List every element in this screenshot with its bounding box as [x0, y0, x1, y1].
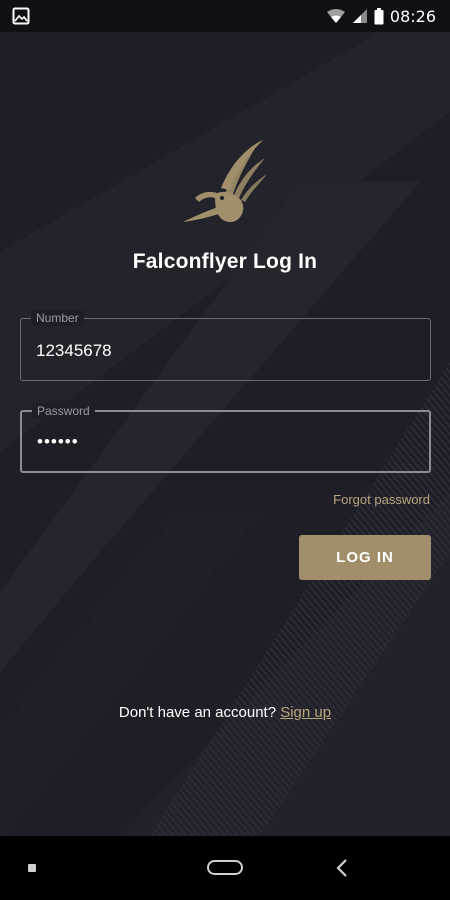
signal-icon [352, 9, 367, 23]
back-icon[interactable] [334, 856, 350, 880]
signup-prompt: Don't have an account? [118, 704, 281, 721]
password-field[interactable]: Password •••••• [20, 403, 431, 473]
navigation-bar [0, 836, 450, 900]
number-field[interactable]: Number 12345678 [20, 310, 431, 381]
image-icon [12, 7, 30, 25]
battery-icon [374, 7, 384, 24]
recent-apps-icon[interactable] [28, 864, 36, 872]
password-input[interactable]: •••••• [37, 432, 79, 452]
status-bar: 08:26 [0, 0, 450, 32]
forgot-password-link[interactable]: Forgot password [333, 492, 430, 507]
page-title: Falconflyer Log In [132, 250, 318, 273]
number-input[interactable]: 12345678 [36, 341, 112, 361]
number-label: Number [31, 310, 84, 326]
wifi-icon [326, 9, 345, 23]
signup-row: Don't have an account? Sign up [0, 704, 450, 721]
login-button[interactable]: LOG IN [299, 535, 431, 580]
home-icon[interactable] [207, 860, 243, 875]
password-label: Password [32, 403, 95, 419]
falcon-logo-icon [183, 140, 267, 223]
status-time: 08:26 [389, 6, 436, 26]
login-screen: Falconflyer Log In Number 12345678 Passw… [0, 32, 450, 836]
signup-link[interactable]: Sign up [280, 704, 331, 721]
